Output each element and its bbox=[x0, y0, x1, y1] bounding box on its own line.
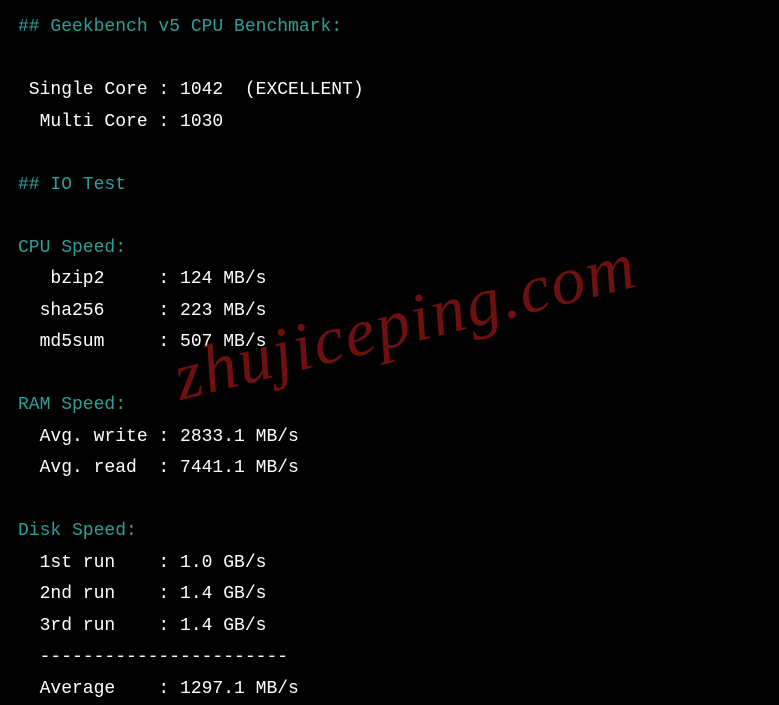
geekbench-heading: ## Geekbench v5 CPU Benchmark: bbox=[18, 12, 761, 44]
cpu-value: 223 MB/s bbox=[180, 301, 266, 321]
blank-line bbox=[18, 138, 761, 170]
disk-row-3: 3rd run : 1.4 GB/s bbox=[18, 611, 761, 643]
cpu-label: md5sum : bbox=[18, 332, 180, 352]
blank-line bbox=[18, 359, 761, 391]
cpu-row-md5sum: md5sum : 507 MB/s bbox=[18, 327, 761, 359]
disk-label: 2nd run : bbox=[18, 584, 180, 604]
disk-label: 3rd run : bbox=[18, 616, 180, 636]
cpu-value: 124 MB/s bbox=[180, 269, 266, 289]
disk-value: 1.4 GB/s bbox=[180, 616, 266, 636]
disk-value: 1.4 GB/s bbox=[180, 584, 266, 604]
cpu-row-bzip2: bzip2 : 124 MB/s bbox=[18, 264, 761, 296]
cpu-label: bzip2 : bbox=[18, 269, 180, 289]
blank-line bbox=[18, 201, 761, 233]
disk-avg-label: Average : bbox=[18, 679, 180, 699]
ram-label: Avg. write : bbox=[18, 427, 180, 447]
disk-speed-heading: Disk Speed: bbox=[18, 516, 761, 548]
ram-row-write: Avg. write : 2833.1 MB/s bbox=[18, 422, 761, 454]
disk-row-1: 1st run : 1.0 GB/s bbox=[18, 548, 761, 580]
blank-line bbox=[18, 44, 761, 76]
disk-avg-row: Average : 1297.1 MB/s bbox=[18, 674, 761, 705]
disk-value: 1.0 GB/s bbox=[180, 553, 266, 573]
cpu-label: sha256 : bbox=[18, 301, 180, 321]
ram-row-read: Avg. read : 7441.1 MB/s bbox=[18, 453, 761, 485]
multi-core-value: 1030 bbox=[180, 112, 223, 132]
terminal-output: ## Geekbench v5 CPU Benchmark: Single Co… bbox=[18, 12, 761, 705]
blank-line bbox=[18, 485, 761, 517]
ram-value: 7441.1 MB/s bbox=[180, 458, 299, 478]
cpu-speed-heading: CPU Speed: bbox=[18, 233, 761, 265]
multi-core-row: Multi Core : 1030 bbox=[18, 107, 761, 139]
cpu-row-sha256: sha256 : 223 MB/s bbox=[18, 296, 761, 328]
ram-label: Avg. read : bbox=[18, 458, 180, 478]
disk-avg-value: 1297.1 MB/s bbox=[180, 679, 299, 699]
ram-value: 2833.1 MB/s bbox=[180, 427, 299, 447]
ram-speed-heading: RAM Speed: bbox=[18, 390, 761, 422]
disk-row-2: 2nd run : 1.4 GB/s bbox=[18, 579, 761, 611]
io-heading: ## IO Test bbox=[18, 170, 761, 202]
cpu-value: 507 MB/s bbox=[180, 332, 266, 352]
single-core-row: Single Core : 1042 (EXCELLENT) bbox=[18, 75, 761, 107]
disk-label: 1st run : bbox=[18, 553, 180, 573]
single-core-label: Single Core : bbox=[18, 80, 180, 100]
single-core-value: 1042 (EXCELLENT) bbox=[180, 80, 364, 100]
multi-core-label: Multi Core : bbox=[18, 112, 180, 132]
